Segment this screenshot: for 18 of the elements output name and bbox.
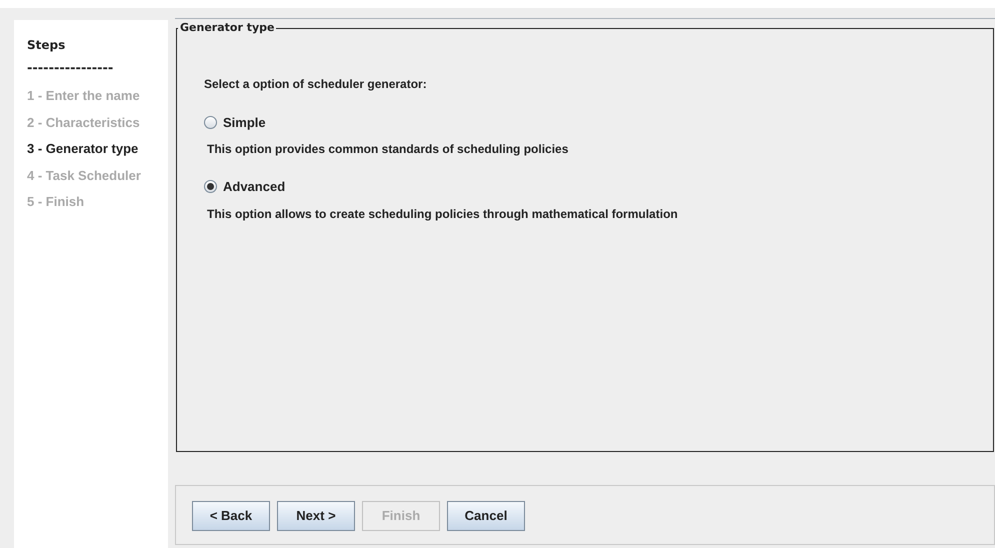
radio-button[interactable] bbox=[204, 180, 217, 194]
wizard-button[interactable]: Next > bbox=[277, 501, 355, 531]
step-item: 2 - Characteristics bbox=[27, 114, 141, 132]
steps-separator: ---------------- bbox=[27, 62, 114, 76]
option-description: This option allows to create scheduling policies through mathematical formulation bbox=[207, 206, 679, 222]
steps-title: Steps bbox=[27, 37, 66, 54]
option-description: This option provides common standards of scheduling policies bbox=[207, 141, 570, 158]
group-title: Generator type bbox=[179, 20, 276, 36]
prompt-text: Select a option of scheduler generator: bbox=[204, 76, 428, 92]
step-item: 5 - Finish bbox=[27, 193, 86, 211]
step-item: 1 - Enter the name bbox=[27, 87, 141, 105]
radio-button[interactable] bbox=[204, 116, 217, 129]
step-item: 4 - Task Scheduler bbox=[27, 166, 142, 184]
wizard-button[interactable]: < Back bbox=[192, 501, 270, 531]
radio-option[interactable]: Advanced bbox=[204, 177, 286, 196]
wizard-button[interactable]: Cancel bbox=[447, 501, 525, 531]
step-item: 3 - Generator type bbox=[27, 140, 140, 158]
radio-option[interactable]: Simple bbox=[204, 112, 266, 132]
